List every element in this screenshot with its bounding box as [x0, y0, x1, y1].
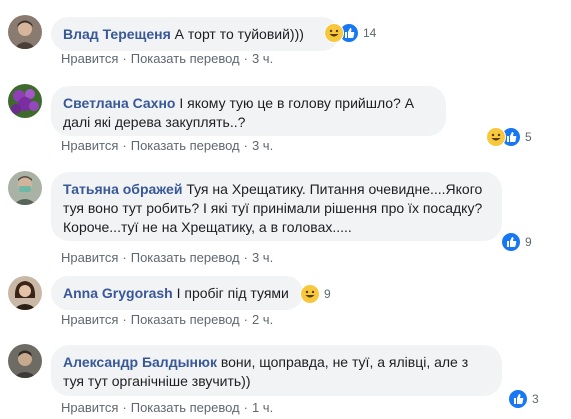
separator: ·	[122, 51, 127, 66]
comment-bubble: Светлана Сахно І якому тую це в голову п…	[51, 86, 446, 136]
like-icon	[501, 232, 521, 252]
separator: ·	[243, 400, 248, 415]
reaction-summary[interactable]: 5	[486, 127, 532, 147]
haha-icon	[300, 284, 320, 304]
separator: ·	[122, 312, 127, 327]
comment-actions: Нравится · Показать перевод · 3 ч.	[61, 250, 273, 265]
like-link[interactable]: Нравится	[61, 250, 118, 265]
reaction-summary[interactable]: 3	[508, 389, 539, 409]
avatar[interactable]	[8, 171, 42, 205]
timestamp[interactable]: 2 ч.	[252, 312, 273, 327]
comment-bubble: Александр Балдынюк вони, щоправда, не ту…	[51, 345, 502, 396]
separator: ·	[122, 138, 127, 153]
reaction-count: 9	[324, 287, 331, 301]
timestamp[interactable]: 3 ч.	[252, 51, 273, 66]
separator: ·	[243, 250, 248, 265]
separator: ·	[243, 138, 248, 153]
translate-link[interactable]: Показать перевод	[131, 400, 240, 415]
comment-bubble: Татьяна ображей Туя на Хрещатику. Питанн…	[51, 172, 502, 241]
translate-link[interactable]: Показать перевод	[131, 312, 240, 327]
separator: ·	[122, 400, 127, 415]
comment-author[interactable]: Александр Балдынюк	[63, 354, 217, 370]
comment-actions: Нравится · Показать перевод · 2 ч.	[61, 312, 273, 327]
reaction-count: 3	[532, 392, 539, 406]
avatar[interactable]	[8, 276, 42, 310]
separator: ·	[122, 250, 127, 265]
haha-icon	[486, 127, 506, 147]
reaction-count: 9	[525, 235, 532, 249]
like-link[interactable]: Нравится	[61, 400, 118, 415]
translate-link[interactable]: Показать перевод	[131, 138, 240, 153]
reaction-summary[interactable]: 9	[300, 284, 331, 304]
like-icon	[508, 389, 528, 409]
like-link[interactable]: Нравится	[61, 312, 118, 327]
timestamp[interactable]: 1 ч.	[252, 400, 273, 415]
like-link[interactable]: Нравится	[61, 138, 118, 153]
haha-icon	[324, 23, 344, 43]
translate-link[interactable]: Показать перевод	[131, 250, 240, 265]
separator: ·	[243, 312, 248, 327]
timestamp[interactable]: 3 ч.	[252, 250, 273, 265]
timestamp[interactable]: 3 ч.	[252, 138, 273, 153]
comment-actions: Нравится · Показать перевод · 3 ч.	[61, 138, 273, 153]
comment-author[interactable]: Влад Терещеня	[63, 26, 171, 42]
comment-author[interactable]: Татьяна ображей	[63, 181, 182, 197]
translate-link[interactable]: Показать перевод	[131, 51, 240, 66]
reaction-count: 5	[525, 130, 532, 144]
avatar[interactable]	[8, 84, 42, 118]
comment-author[interactable]: Светлана Сахно	[63, 95, 175, 111]
comment-actions: Нравится · Показать перевод · 1 ч.	[61, 400, 273, 415]
avatar[interactable]	[8, 15, 42, 49]
avatar[interactable]	[8, 344, 42, 378]
like-link[interactable]: Нравится	[61, 51, 118, 66]
reaction-count: 14	[363, 26, 377, 40]
comment-bubble: Anna Grygorash І пробіг під туями	[51, 276, 303, 310]
comment-actions: Нравится · Показать перевод · 3 ч.	[61, 51, 273, 66]
comment-bubble: Влад Терещеня А торт то туйовий)))	[51, 17, 339, 51]
comment-text: І пробіг під туями	[176, 285, 289, 301]
reaction-summary[interactable]: 9	[501, 232, 532, 252]
comment-author[interactable]: Anna Grygorash	[63, 285, 173, 301]
comment-text: А торт то туйовий)))	[174, 26, 304, 42]
reaction-summary[interactable]: 14	[324, 23, 376, 43]
separator: ·	[243, 51, 248, 66]
